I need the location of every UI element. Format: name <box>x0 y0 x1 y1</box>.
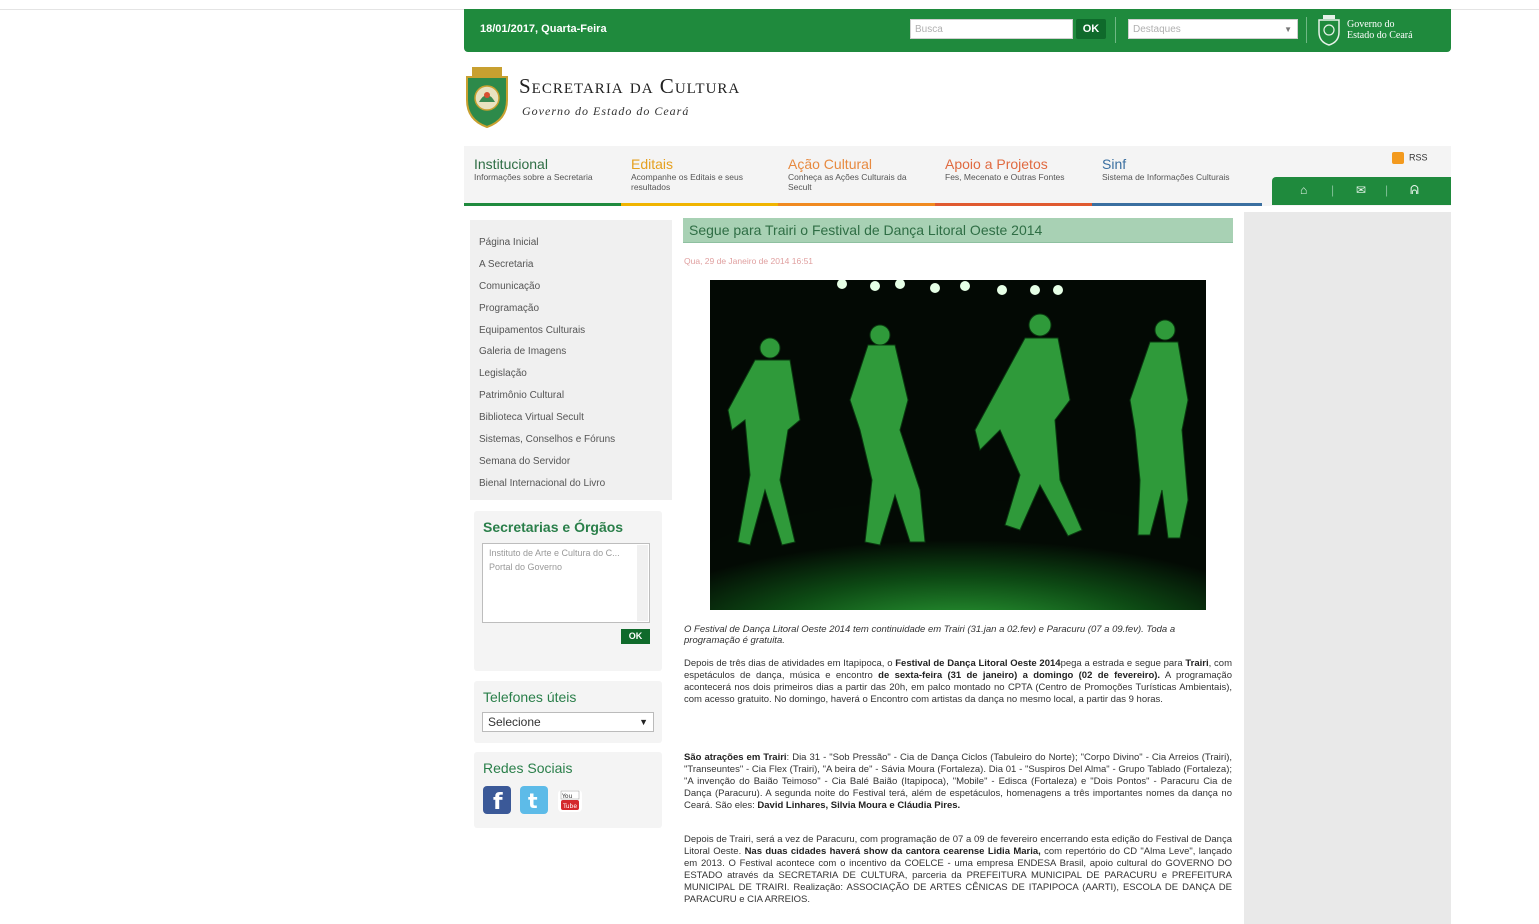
sidebar-item-legislacao[interactable]: Legislação <box>479 364 672 386</box>
article-date: Qua, 29 de Janeiro de 2014 16:51 <box>684 256 814 266</box>
sidebar-menu: Página Inicial A Secretaria Comunicação … <box>470 220 672 500</box>
site-title[interactable]: Secretaria da Cultura <box>519 74 740 99</box>
nav-sinf[interactable]: Sinf Sistema de Informações Culturais <box>1092 156 1262 206</box>
top-bar: 18/01/2017, Quarta-Feira Busca OK Destaq… <box>464 9 1451 52</box>
separator <box>1306 17 1307 43</box>
nav-description: Acompanhe os Editais e seus resultados <box>631 172 743 192</box>
nav-acao-cultural[interactable]: Ação Cultural Conheça as Ações Culturais… <box>778 156 935 206</box>
text-run: Depois de três dias de atividades em Ita… <box>684 658 896 669</box>
telefones-select[interactable]: Selecione ▼ <box>482 712 654 732</box>
gov-line-1: Governo do <box>1347 19 1395 30</box>
secretarias-ok-button[interactable]: OK <box>621 629 650 644</box>
chevron-down-icon: ▼ <box>639 717 648 727</box>
chevron-down-icon: ▼ <box>1284 25 1292 34</box>
scrollbar[interactable] <box>637 545 648 621</box>
text-run-bold: São atrações em Trairi <box>684 752 787 763</box>
redes-sociais-box: Redes Sociais f t You Tube <box>474 752 662 828</box>
sidebar-item-comunicacao[interactable]: Comunicação <box>479 277 672 299</box>
nav-editais[interactable]: Editais Acompanhe os Editais e seus resu… <box>621 156 778 206</box>
article-title[interactable]: Segue para Trairi o Festival de Dança Li… <box>683 218 1233 243</box>
secretarias-heading: Secretarias e Órgãos <box>483 519 624 535</box>
tools-bar: ⌂ | ✉ | ᕱ <box>1272 177 1451 205</box>
nav-underline <box>464 203 621 206</box>
sidebar-item-galeria[interactable]: Galeria de Imagens <box>479 342 672 364</box>
government-logo-text[interactable]: Governo do Estado do Ceará <box>1347 19 1413 41</box>
rss-link[interactable]: RSS <box>1392 152 1428 164</box>
nav-title: Institucional <box>474 156 548 172</box>
svg-text:t: t <box>528 789 538 813</box>
nav-title: Sinf <box>1102 156 1127 172</box>
text-run-bold: Trairi <box>1185 658 1209 669</box>
text-run-bold: de sexta-feira (31 de janeiro) a domingo… <box>878 670 1161 681</box>
nav-apoio-projetos[interactable]: Apoio a Projetos Fes, Mecenato e Outras … <box>935 156 1092 206</box>
nav-description: Informações sobre a Secretaria <box>474 172 593 182</box>
sidebar-item-sistemas[interactable]: Sistemas, Conselhos e Fóruns <box>479 430 672 452</box>
destaques-select[interactable]: Destaques ▼ <box>1128 19 1298 39</box>
nav-institucional[interactable]: Institucional Informações sobre a Secret… <box>464 156 621 206</box>
sidebar-item-pagina-inicial[interactable]: Página Inicial <box>479 233 672 255</box>
secult-emblem-icon[interactable] <box>464 66 510 128</box>
article-paragraph-2: São atrações em Trairi: Dia 31 - "Sob Pr… <box>684 752 1232 812</box>
nav-description: Sistema de Informações Culturais <box>1102 172 1230 182</box>
list-option[interactable]: Portal do Governo <box>489 560 643 574</box>
list-option[interactable]: Instituto de Arte e Cultura do C... <box>489 546 643 560</box>
article-paragraph-3: Depois de Trairi, será a vez de Paracuru… <box>684 834 1232 906</box>
rss-icon <box>1392 152 1404 164</box>
svg-text:You: You <box>561 793 573 800</box>
twitter-icon[interactable]: t <box>520 786 548 814</box>
search-ok-button[interactable]: OK <box>1076 19 1106 39</box>
nav-underline <box>778 203 935 206</box>
telefones-heading: Telefones úteis <box>483 689 577 705</box>
article-paragraph-1: Depois de três dias de atividades em Ita… <box>684 658 1232 706</box>
nav-title: Editais <box>631 156 674 172</box>
facebook-icon[interactable]: f <box>483 786 511 815</box>
current-date: 18/01/2017, Quarta-Feira <box>480 23 607 35</box>
nav-title: Ação Cultural <box>788 156 873 172</box>
youtube-icon[interactable]: You Tube <box>558 790 582 812</box>
telefones-selected: Selecione <box>488 715 541 729</box>
svg-text:Tube: Tube <box>562 803 577 810</box>
secretarias-box: Secretarias e Órgãos Instituto de Arte e… <box>474 511 662 671</box>
sidebar-item-patrimonio[interactable]: Patrimônio Cultural <box>479 386 672 408</box>
state-emblem-icon[interactable] <box>1316 14 1342 46</box>
sidebar-item-bienal[interactable]: Bienal Internacional do Livro <box>479 474 672 496</box>
sidebar-item-equipamentos[interactable]: Equipamentos Culturais <box>479 321 672 343</box>
article-photo <box>710 280 1206 610</box>
sitemap-icon[interactable]: ᕱ <box>1410 183 1419 198</box>
nav-underline <box>621 203 778 206</box>
sidebar-item-programacao[interactable]: Programação <box>479 299 672 321</box>
sidebar-item-semana-servidor[interactable]: Semana do Servidor <box>479 452 672 474</box>
separator <box>1115 17 1116 43</box>
search-input[interactable]: Busca <box>910 19 1073 39</box>
rss-label: RSS <box>1409 152 1428 163</box>
destaques-placeholder: Destaques <box>1133 24 1181 35</box>
photo-caption: O Festival de Dança Litoral Oeste 2014 t… <box>684 624 1176 646</box>
separator: | <box>1385 183 1389 197</box>
gov-line-2: Estado do Ceará <box>1347 30 1413 41</box>
nav-underline <box>935 203 1092 206</box>
telefones-box: Telefones úteis Selecione ▼ <box>474 681 662 743</box>
nav-title: Apoio a Projetos <box>945 156 1048 172</box>
right-column <box>1244 212 1451 924</box>
redes-heading: Redes Sociais <box>483 760 573 776</box>
sidebar-item-biblioteca[interactable]: Biblioteca Virtual Secult <box>479 408 672 430</box>
text-run: pega a estrada e segue para <box>1060 658 1186 669</box>
nav-description: Fes, Mecenato e Outras Fontes <box>945 172 1065 182</box>
text-run-bold: David Linhares, Silvia Moura e Cláudia P… <box>757 800 961 811</box>
secretarias-listbox[interactable]: Instituto de Arte e Cultura do C... Port… <box>482 543 650 623</box>
mail-icon[interactable]: ✉ <box>1356 183 1366 197</box>
sidebar-item-a-secretaria[interactable]: A Secretaria <box>479 255 672 277</box>
text-run-bold: Festival de Dança Litoral Oeste 2014 <box>895 658 1061 669</box>
text-run-bold: Nas duas cidades haverá show da cantora … <box>744 846 1041 857</box>
nav-description: Conheça as Ações Culturais da Secult <box>788 172 907 192</box>
separator: | <box>1331 183 1335 197</box>
site-subtitle: Governo do Estado do Ceará <box>522 104 690 118</box>
nav-underline <box>1092 203 1262 206</box>
svg-text:f: f <box>493 790 503 814</box>
home-icon[interactable]: ⌂ <box>1300 183 1307 197</box>
